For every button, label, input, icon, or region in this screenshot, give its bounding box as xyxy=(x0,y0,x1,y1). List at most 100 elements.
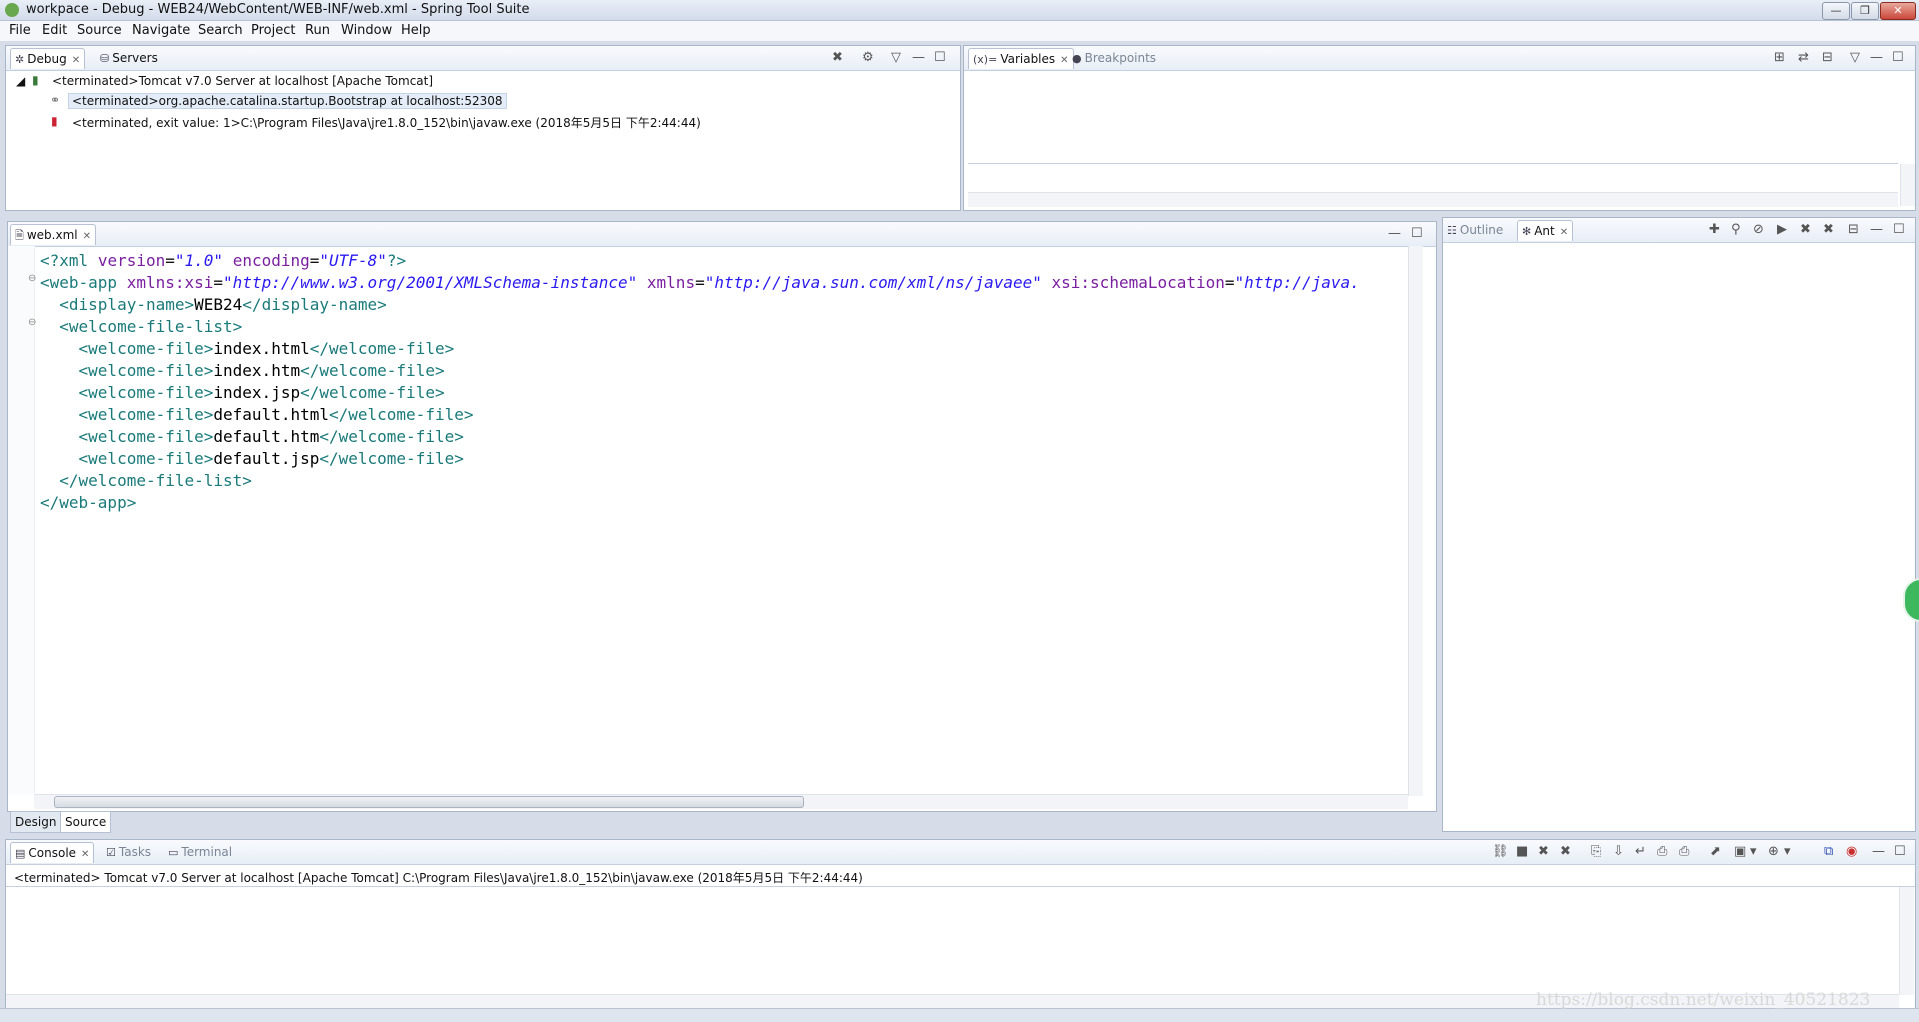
tree-item-javaw[interactable]: <terminated, exit value: 1>C:\Program Fi… xyxy=(72,114,701,131)
tree-item-server[interactable]: <terminated>Tomcat v7.0 Server at localh… xyxy=(52,74,433,88)
menu-help[interactable]: Help xyxy=(401,23,431,38)
minimize-view-icon[interactable]: — xyxy=(1870,50,1883,65)
scroll-lock-icon[interactable]: ⇩ xyxy=(1613,844,1624,859)
maximize-view-icon[interactable]: ☐ xyxy=(934,50,946,65)
editor-vscroll[interactable] xyxy=(1408,246,1423,796)
menu-bar: File Edit Source Navigate Search Project… xyxy=(0,21,1919,41)
spring-console-icon[interactable]: ⧉ xyxy=(1824,844,1833,859)
tab-tasks[interactable]: ☑ Tasks xyxy=(106,842,151,862)
restore-button[interactable]: ❐ xyxy=(1851,2,1879,20)
tab-outline[interactable]: ☷ Outline xyxy=(1447,220,1503,240)
menu-source[interactable]: Source xyxy=(77,23,122,38)
ant-view: ☷ Outline ✻ Ant ✕ ✚ ⚲ ⊘ ▶ ✖ ✖ ⊟ — ☐ xyxy=(1442,217,1916,832)
display-console-icon[interactable]: ▣ xyxy=(1734,844,1746,859)
console-vscroll[interactable] xyxy=(1899,887,1914,995)
minimize-button[interactable]: — xyxy=(1822,2,1850,20)
clear-console-icon[interactable]: ⎘ xyxy=(1591,844,1601,859)
code-line-9: <welcome-file>default.htm</welcome-file> xyxy=(78,427,464,446)
breakpoints-icon: ● xyxy=(1072,52,1082,65)
menu-run[interactable]: Run xyxy=(305,23,330,38)
menu-file[interactable]: File xyxy=(9,23,31,38)
launch-icon[interactable]: ⚙ xyxy=(862,50,874,65)
display-console-dropdown-icon[interactable]: ▾ xyxy=(1750,844,1757,859)
tab-terminal[interactable]: ▭ Terminal xyxy=(168,842,232,862)
debug-view: ✲ Debug ✕ ⛁ Servers ✖ ⚙ ▽ — ☐ ◢ ▮ <terminat… xyxy=(5,45,961,211)
open-console-icon[interactable]: ⊕ xyxy=(1768,844,1779,859)
server-icon: ▮ xyxy=(32,73,39,87)
show-on-stderr-icon[interactable]: ⎙ xyxy=(1679,844,1689,859)
variables-hscroll[interactable] xyxy=(968,192,1898,207)
menu-project[interactable]: Project xyxy=(251,23,295,38)
run-target-icon[interactable]: ▶ xyxy=(1777,222,1787,237)
open-console-dropdown-icon[interactable]: ▾ xyxy=(1784,844,1791,859)
debug-console-icon[interactable]: ◉ xyxy=(1846,844,1857,859)
show-type-names-icon[interactable]: ⊞ xyxy=(1774,50,1785,65)
remove-terminated-icon[interactable]: ✖ xyxy=(832,50,843,65)
code-line-6: <welcome-file>index.htm</welcome-file> xyxy=(78,361,445,380)
tab-design[interactable]: Design xyxy=(10,811,62,833)
link-icon[interactable]: ⛓ xyxy=(1492,844,1509,859)
xml-file-icon: 🗎 xyxy=(15,229,24,242)
collapse-all-icon[interactable]: ⊟ xyxy=(1822,50,1833,65)
close-icon[interactable]: ✕ xyxy=(81,845,89,865)
minimize-view-icon[interactable]: — xyxy=(1870,222,1883,237)
tab-debug[interactable]: ✲ Debug ✕ xyxy=(10,48,86,71)
menu-navigate[interactable]: Navigate xyxy=(132,23,190,38)
editor-hscroll[interactable] xyxy=(34,794,1408,809)
terminate-icon[interactable]: ■ xyxy=(1516,844,1528,859)
logical-structure-icon[interactable]: ⇄ xyxy=(1798,50,1809,65)
maximize-view-icon[interactable]: ☐ xyxy=(1411,226,1423,241)
search-buildfiles-icon[interactable]: ⚲ xyxy=(1731,222,1741,237)
view-menu-icon[interactable]: ▽ xyxy=(891,50,901,65)
menu-edit[interactable]: Edit xyxy=(42,23,67,38)
view-menu-icon[interactable]: ▽ xyxy=(1850,50,1860,65)
minimize-view-icon[interactable]: — xyxy=(1388,226,1401,241)
spring-logo-icon xyxy=(5,3,19,17)
tab-breakpoints[interactable]: ● Breakpoints xyxy=(1072,48,1156,68)
close-button[interactable]: ✕ xyxy=(1880,2,1916,20)
menu-window[interactable]: Window xyxy=(341,23,392,38)
show-on-stdout-icon[interactable]: ⎙ xyxy=(1657,844,1667,859)
remove-all-icon[interactable]: ✖ xyxy=(1823,222,1834,237)
tree-expand-icon[interactable]: ◢ xyxy=(16,74,25,88)
pin-console-icon[interactable]: ⬈ xyxy=(1710,844,1721,859)
remove-launch-icon[interactable]: ✖ xyxy=(1538,844,1549,859)
title-bar: workpace - Debug - WEB24/WebContent/WEB-… xyxy=(0,0,1919,21)
maximize-view-icon[interactable]: ☐ xyxy=(1894,844,1906,859)
window-title: workpace - Debug - WEB24/WebContent/WEB-… xyxy=(26,2,530,17)
terminated-process-icon: ▮ xyxy=(51,114,58,128)
code-area[interactable]: <?xml version="1.0" encoding="UTF-8"?> <w… xyxy=(40,250,1360,514)
minimize-view-icon[interactable]: — xyxy=(912,50,925,65)
editor-tabstrip: 🗎 web.xml ✕ — ☐ xyxy=(8,222,1436,247)
add-buildfiles-icon[interactable]: ✚ xyxy=(1709,222,1720,237)
hscroll-thumb[interactable] xyxy=(54,796,804,808)
fold-toggle-icon[interactable]: ⊖ xyxy=(28,273,36,284)
code-line-10: <welcome-file>default.jsp</welcome-file> xyxy=(78,449,464,468)
hide-targets-icon[interactable]: ⊘ xyxy=(1753,222,1764,237)
tab-source[interactable]: Source xyxy=(60,811,112,833)
close-icon[interactable]: ✕ xyxy=(72,51,80,71)
code-line-5: <welcome-file>index.html</welcome-file> xyxy=(78,339,455,358)
remove-icon[interactable]: ✖ xyxy=(1800,222,1811,237)
debug-tabstrip: ✲ Debug ✕ ⛁ Servers ✖ ⚙ ▽ — ☐ xyxy=(6,46,960,71)
close-icon[interactable]: ✕ xyxy=(1060,51,1068,71)
close-icon[interactable]: ✕ xyxy=(83,227,91,247)
tab-ant[interactable]: ✻ Ant ✕ xyxy=(1517,220,1574,243)
tree-item-bootstrap[interactable]: <terminated>org.apache.catalina.startup.… xyxy=(68,93,507,109)
tab-servers[interactable]: ⛁ Servers xyxy=(100,48,158,68)
close-icon[interactable]: ✕ xyxy=(1560,223,1568,243)
tab-web-xml[interactable]: 🗎 web.xml ✕ xyxy=(10,224,97,247)
menu-search[interactable]: Search xyxy=(198,23,243,38)
maximize-view-icon[interactable]: ☐ xyxy=(1893,222,1905,237)
maximize-view-icon[interactable]: ☐ xyxy=(1892,50,1904,65)
minimize-view-icon[interactable]: — xyxy=(1872,844,1885,859)
tab-console[interactable]: ▤ Console ✕ xyxy=(10,842,95,865)
terminal-icon: ▭ xyxy=(168,846,179,859)
fold-toggle-icon[interactable]: ⊖ xyxy=(28,317,36,328)
tab-variables[interactable]: (x)= Variables ✕ xyxy=(968,48,1074,69)
collapse-icon[interactable]: ⊟ xyxy=(1848,222,1859,237)
remove-all-terminated-icon[interactable]: ✖ xyxy=(1560,844,1571,859)
word-wrap-icon[interactable]: ↵ xyxy=(1635,844,1646,859)
bug-icon: ✲ xyxy=(15,53,25,66)
variables-vscroll[interactable] xyxy=(1900,164,1915,206)
